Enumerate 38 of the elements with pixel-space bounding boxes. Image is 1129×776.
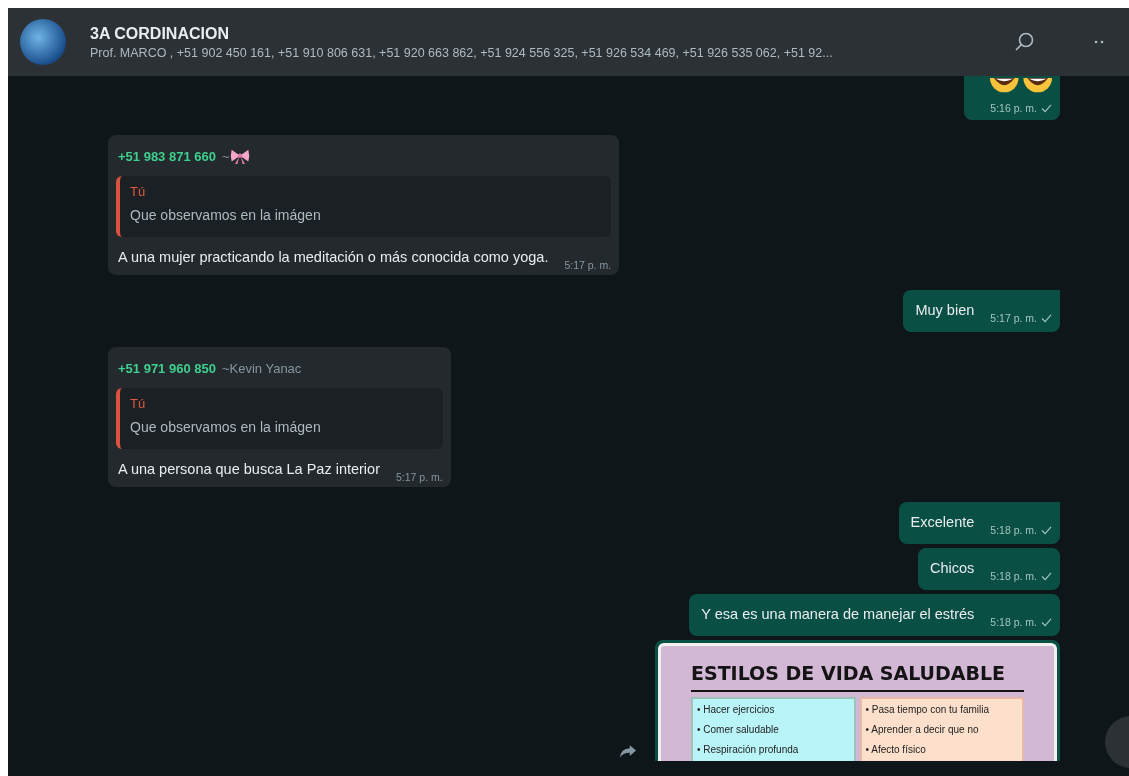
message-text: A una mujer practicando la meditación o más conocida como yoga. (117, 248, 549, 267)
image-message[interactable]: ESTILOS DE VIDA SALUDABLE • Hacer ejercicios • Comer saludable • Respiración profunda • Pasa tiempo con tu familia • Aprender a decir que no • Afecto físico (655, 640, 1060, 761)
slide-list-item: • Pasa tiempo con tu familia (865, 703, 991, 717)
quoted-message[interactable]: Tú Que observamos en la imágen (116, 176, 612, 237)
message-time: 5:17 p. m. (564, 259, 612, 271)
search-icon[interactable] (1014, 31, 1036, 53)
message-text: Chicos (929, 559, 975, 578)
quote-author: Tú (130, 396, 147, 411)
message-time: 5:16 p. m. (990, 102, 1037, 114)
slide-list-item: • Afecto físico (865, 743, 927, 757)
message-text: Muy bien (915, 301, 975, 320)
forward-icon[interactable] (619, 744, 637, 759)
message-time: 5:18 p. m. (990, 616, 1037, 628)
sender-name: ~ (221, 149, 230, 164)
laughing-faces-icon (990, 78, 1052, 94)
message-time: 5:17 p. m. (990, 312, 1037, 324)
slide-title: ESTILOS DE VIDA SALUDABLE (691, 662, 1024, 692)
message-text: A una persona que busca La Paz interior (117, 460, 380, 479)
sender-name: ~Kevin Yanac (221, 361, 302, 376)
message-text: Y esa es una manera de manejar el estrés (701, 605, 975, 624)
slide-list-item: • Aprender a decir que no (865, 723, 980, 737)
message-text: Excelente (910, 513, 975, 532)
sender-phone[interactable]: +51 971 960 850 (118, 361, 216, 376)
quote-text: Que observamos en la imágen (130, 207, 322, 223)
quoted-message[interactable]: Tú Que observamos en la imágen (116, 388, 443, 449)
quote-author: Tú (130, 184, 147, 199)
group-title: 3A CORDINACION (90, 24, 230, 43)
slide-list-item: • Comer saludable (697, 723, 780, 737)
message-time: 5:17 p. m. (396, 471, 443, 483)
group-members: Prof. MARCO , +51 902 450 161, +51 910 806 631, +51 920 663 862, +51 924 556 325, +51 926 534 469, +51 926 535 062, +51 92... (90, 45, 834, 60)
sender-phone[interactable]: +51 983 871 660 (118, 149, 216, 164)
more-icon[interactable] (1094, 40, 1106, 44)
slide-list-item: • Respiración profunda (697, 743, 800, 757)
quote-text: Que observamos en la imágen (130, 419, 322, 435)
slide-list-item: • Hacer ejercicios (697, 703, 776, 717)
group-avatar[interactable] (20, 19, 66, 65)
message-time: 5:18 p. m. (990, 570, 1037, 582)
message-time: 5:18 p. m. (990, 524, 1037, 536)
